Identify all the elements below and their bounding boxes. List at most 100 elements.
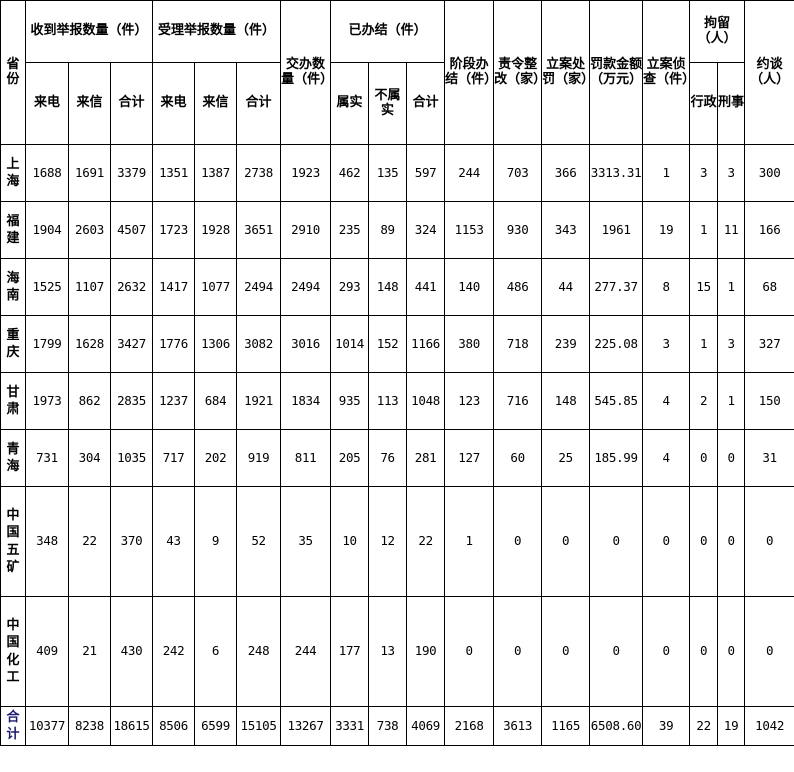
cell-value: 1107 <box>68 258 111 316</box>
cell-value: 225.08 <box>589 315 644 373</box>
cell-value: 205 <box>330 429 370 487</box>
table-row: 合计 10377 8238 18615 8506 6599 15105 13267 3331 73… <box>0 705 794 747</box>
cell-value: 1166 <box>406 315 446 373</box>
cell-value: 1042 <box>744 705 794 747</box>
cell-value: 3331 <box>330 705 370 747</box>
cell-value: 166 <box>744 201 794 259</box>
cell-value: 10377 <box>25 705 69 747</box>
cell-value: 1834 <box>280 372 332 430</box>
cell-value: 2603 <box>68 201 111 259</box>
cell-value: 150 <box>744 372 794 430</box>
cell-value: 3427 <box>109 315 154 373</box>
header-detention-criminal: 刑事 <box>717 62 746 145</box>
header-closed-group: 已办结（件） <box>330 0 446 63</box>
cell-value: 185.99 <box>589 429 644 487</box>
row-province-label: 甘肃 <box>0 372 26 430</box>
cell-value: 12 <box>368 486 408 597</box>
cell-value: 3 <box>717 144 746 202</box>
cell-value: 1 <box>689 201 719 259</box>
cell-value: 731 <box>25 429 69 487</box>
header-received-phone: 来电 <box>25 62 69 145</box>
cell-value: 716 <box>493 372 543 430</box>
header-closed-false: 不属实 <box>368 62 408 145</box>
cell-value: 6508.60 <box>589 705 644 747</box>
header-detention-group: 拘留（人） <box>689 0 746 63</box>
header-investigation: 立案侦查（件） <box>642 0 691 145</box>
cell-value: 1 <box>642 144 691 202</box>
cell-value: 0 <box>744 596 794 707</box>
cell-value: 4 <box>642 429 691 487</box>
cell-value: 738 <box>368 705 408 747</box>
cell-value: 35 <box>280 486 332 597</box>
cell-value: 430 <box>109 596 154 707</box>
cell-value: 244 <box>444 144 495 202</box>
row-province-label: 重庆 <box>0 315 26 373</box>
cell-value: 597 <box>406 144 446 202</box>
header-closed-total: 合计 <box>406 62 446 145</box>
cell-value: 0 <box>541 596 591 707</box>
header-rectification: 责令整改（家） <box>493 0 543 145</box>
cell-value: 1417 <box>152 258 196 316</box>
cell-value: 1904 <box>25 201 69 259</box>
header-row-top: 省份 收到举报数量（件） 受理举报数量（件） 交办数量（件） 已办结（件） 阶段… <box>0 0 794 145</box>
table-body: 上海 1688 1691 3379 1351 1387 2738 1923 462 135 597 2… <box>0 144 794 747</box>
cell-value: 409 <box>25 596 69 707</box>
cell-value: 2 <box>689 372 719 430</box>
cell-value: 43 <box>152 486 196 597</box>
cell-value: 15 <box>689 258 719 316</box>
cell-value: 343 <box>541 201 591 259</box>
header-accepted-phone: 来电 <box>152 62 196 145</box>
cell-value: 3082 <box>236 315 282 373</box>
cell-value: 1 <box>444 486 495 597</box>
header-stage-closed: 阶段办结（件） <box>444 0 495 145</box>
cell-value: 1306 <box>194 315 238 373</box>
cell-value: 13 <box>368 596 408 707</box>
cell-value: 0 <box>642 596 691 707</box>
cell-value: 6599 <box>194 705 238 747</box>
cell-value: 0 <box>717 429 746 487</box>
row-province-label: 中国五矿 <box>0 486 26 597</box>
cell-value: 39 <box>642 705 691 747</box>
cell-value: 1776 <box>152 315 196 373</box>
header-accepted-group: 受理举报数量（件） <box>152 0 282 63</box>
cell-value: 1 <box>717 372 746 430</box>
row-province-label: 中国化工 <box>0 596 26 707</box>
header-detention-administrative: 行政 <box>689 62 719 145</box>
cell-value: 1723 <box>152 201 196 259</box>
cell-value: 4 <box>642 372 691 430</box>
cell-value: 811 <box>280 429 332 487</box>
cell-value: 2910 <box>280 201 332 259</box>
cell-value: 242 <box>152 596 196 707</box>
cell-value: 8238 <box>68 705 111 747</box>
cell-value: 277.37 <box>589 258 644 316</box>
cell-value: 366 <box>541 144 591 202</box>
cell-value: 22 <box>68 486 111 597</box>
cell-value: 0 <box>589 596 644 707</box>
cell-value: 3 <box>689 144 719 202</box>
cell-value: 324 <box>406 201 446 259</box>
cell-value: 1014 <box>330 315 370 373</box>
cell-value: 0 <box>717 596 746 707</box>
table-header: 省份 收到举报数量（件） 受理举报数量（件） 交办数量（件） 已办结（件） 阶段… <box>0 0 794 145</box>
cell-value: 1923 <box>280 144 332 202</box>
header-penalty-case: 立案处罚（家） <box>541 0 591 145</box>
cell-value: 68 <box>744 258 794 316</box>
cell-value: 3379 <box>109 144 154 202</box>
cell-value: 935 <box>330 372 370 430</box>
cell-value: 1928 <box>194 201 238 259</box>
row-province-label: 青海 <box>0 429 26 487</box>
cell-value: 9 <box>194 486 238 597</box>
cell-value: 919 <box>236 429 282 487</box>
cell-value: 930 <box>493 201 543 259</box>
cell-value: 18615 <box>109 705 154 747</box>
table-row: 中国五矿348223704395235101222100000000 <box>0 486 794 597</box>
cell-value: 3651 <box>236 201 282 259</box>
cell-value: 380 <box>444 315 495 373</box>
cell-value: 19 <box>717 705 746 747</box>
cell-value: 281 <box>406 429 446 487</box>
cell-value: 22 <box>406 486 446 597</box>
cell-value: 293 <box>330 258 370 316</box>
cell-value: 0 <box>444 596 495 707</box>
cell-value: 21 <box>68 596 111 707</box>
cell-value: 1688 <box>25 144 69 202</box>
